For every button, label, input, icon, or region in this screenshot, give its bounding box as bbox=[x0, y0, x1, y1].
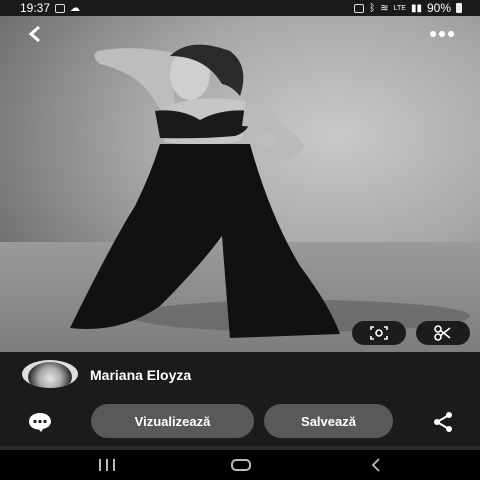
battery-icon bbox=[456, 3, 462, 13]
back-nav-button[interactable] bbox=[366, 456, 386, 474]
battery-text: 90% bbox=[426, 1, 451, 15]
cutout-button[interactable] bbox=[416, 321, 470, 345]
gallery-icon bbox=[55, 3, 66, 13]
bluetooth-icon: ᛒ bbox=[369, 2, 376, 14]
back-button[interactable] bbox=[22, 20, 50, 48]
visual-search-icon bbox=[370, 326, 388, 340]
status-time: 19:37 bbox=[20, 1, 51, 15]
chevron-left-icon bbox=[28, 25, 40, 43]
scissors-icon bbox=[434, 325, 451, 341]
ellipsis-icon bbox=[430, 31, 454, 37]
home-icon bbox=[231, 459, 251, 471]
comment-button[interactable] bbox=[26, 411, 54, 433]
view-button[interactable]: Vizualizează bbox=[91, 404, 254, 438]
signal-icon: ▮▮ bbox=[410, 2, 422, 14]
cloud-icon: ☁ bbox=[70, 2, 81, 14]
share-button[interactable] bbox=[430, 410, 456, 434]
status-bar: 19:37 ☁ ᛒ ≋ LTE ▮▮ 90% bbox=[0, 0, 480, 16]
avatar-image bbox=[28, 362, 72, 388]
alarm-icon bbox=[354, 3, 365, 13]
photo-figure bbox=[70, 44, 470, 338]
more-button[interactable] bbox=[428, 20, 456, 48]
wifi-icon: ≋ bbox=[380, 2, 389, 14]
back-icon bbox=[371, 458, 380, 472]
recents-icon bbox=[99, 459, 115, 471]
visual-search-button[interactable] bbox=[352, 321, 406, 345]
avatar[interactable] bbox=[22, 360, 78, 388]
volte-icon: LTE bbox=[393, 4, 406, 12]
save-button[interactable]: Salvează bbox=[264, 404, 393, 438]
pin-photo[interactable] bbox=[0, 16, 480, 352]
comment-icon bbox=[29, 413, 51, 432]
share-icon bbox=[434, 412, 452, 432]
profile-name[interactable]: Mariana Eloyza bbox=[90, 367, 191, 383]
home-button[interactable] bbox=[229, 456, 253, 474]
recents-button[interactable] bbox=[96, 456, 118, 474]
system-nav-bar bbox=[0, 450, 480, 480]
